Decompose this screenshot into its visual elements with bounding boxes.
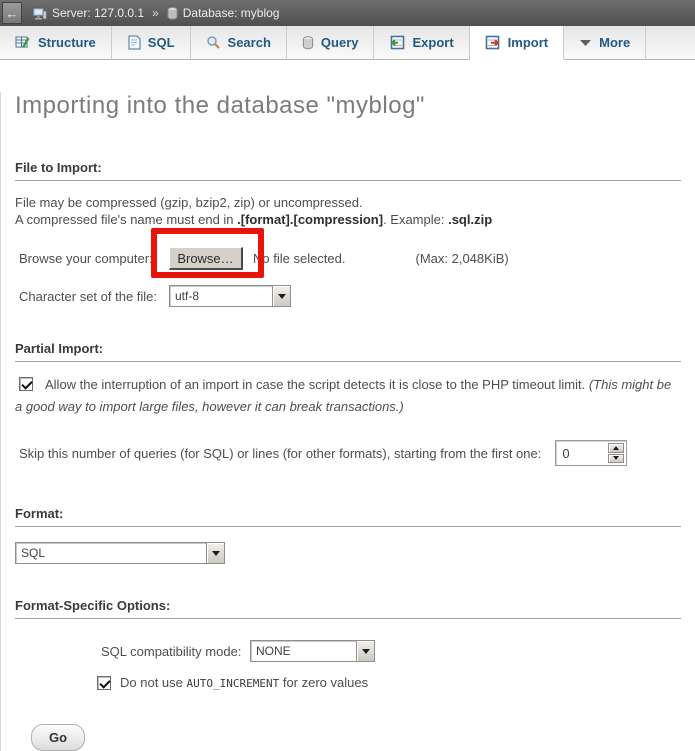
charset-selected-value: utf-8 [170, 286, 272, 306]
tab-import[interactable]: Import [470, 26, 564, 60]
section-heading-format-specific: Format-Specific Options: [15, 598, 681, 619]
tab-bar: Structure SQL Search Query Export Import [0, 26, 695, 60]
tab-sql[interactable]: SQL [112, 26, 191, 60]
breadcrumb-database[interactable]: Database: myblog [183, 6, 280, 20]
database-icon [167, 7, 178, 20]
page-title: Importing into the database "myblog" [15, 92, 681, 120]
spinner-buttons [606, 441, 626, 465]
tab-bar-filler [646, 26, 695, 60]
section-heading-file-to-import: File to Import: [15, 160, 681, 181]
tab-label: Import [508, 35, 548, 50]
allow-interruption-text: Allow the interruption of an import in c… [45, 377, 589, 392]
back-arrow-icon: ← [6, 7, 19, 20]
browse-label: Browse your computer: [19, 251, 169, 266]
sql-compat-select[interactable]: NONE [250, 640, 375, 662]
skip-queries-label: Skip this number of queries (for SQL) or… [19, 446, 541, 461]
sql-compat-label: SQL compatibility mode: [101, 644, 250, 659]
import-page: Importing into the database "myblog" Fil… [0, 92, 695, 751]
breadcrumb-bar: ← Server: 127.0.0.1 » Database: myblog [0, 0, 695, 26]
format-specific-block: SQL compatibility mode: NONE Do not use … [97, 640, 681, 690]
tab-label: More [599, 35, 630, 50]
zero-values-row: Do not use AUTO_INCREMENT for zero value… [97, 675, 681, 690]
tab-label: SQL [148, 35, 175, 50]
skip-queries-input[interactable]: 0 [555, 440, 627, 466]
compression-line1: File may be compressed (gzip, bzip2, zip… [15, 194, 681, 211]
browse-row: Browse your computer: Browse… No file se… [19, 247, 681, 270]
format-pattern: .[format].[compression] [237, 212, 383, 227]
dropdown-arrow-icon[interactable] [272, 286, 290, 306]
max-upload-size: (Max: 2,048KiB) [416, 251, 509, 266]
dropdown-arrow-icon[interactable] [206, 543, 224, 563]
tab-search[interactable]: Search [191, 26, 287, 60]
sql-compat-selected-value: NONE [251, 641, 356, 661]
breadcrumb-separator: » [152, 6, 159, 20]
browse-button[interactable]: Browse… [169, 247, 243, 270]
zero-values-text: Do not use AUTO_INCREMENT for zero value… [120, 675, 368, 690]
charset-select[interactable]: utf-8 [169, 285, 291, 307]
example-extension: .sql.zip [448, 212, 492, 227]
spinner-up-icon[interactable] [608, 443, 624, 453]
section-heading-format: Format: [15, 506, 681, 527]
query-icon [302, 36, 314, 50]
auto-increment-code: AUTO_INCREMENT [187, 677, 280, 690]
allow-interruption-checkbox[interactable] [19, 377, 33, 391]
format-select[interactable]: SQL [15, 542, 225, 564]
no-file-selected-text: No file selected. [253, 251, 346, 266]
format-row: SQL [15, 542, 681, 564]
tab-label: Export [412, 35, 453, 50]
tab-label: Structure [38, 35, 96, 50]
zero-values-checkbox[interactable] [97, 676, 111, 690]
compression-line2: A compressed file's name must end in .[f… [15, 211, 681, 228]
allow-interruption-row: Allow the interruption of an import in c… [15, 374, 681, 418]
dropdown-arrow-icon[interactable] [356, 641, 374, 661]
spinner-down-icon[interactable] [608, 454, 624, 464]
chevron-down-icon [579, 39, 592, 47]
tab-structure[interactable]: Structure [0, 26, 112, 60]
tab-label: Query [321, 35, 359, 50]
tab-more[interactable]: More [564, 26, 646, 60]
breadcrumb-server[interactable]: Server: 127.0.0.1 [52, 6, 144, 20]
skip-queries-value: 0 [556, 441, 606, 465]
section-heading-partial-import: Partial Import: [15, 341, 681, 362]
tab-label: Search [228, 35, 271, 50]
browse-button-wrap: Browse… [169, 247, 243, 270]
compression-note: File may be compressed (gzip, bzip2, zip… [15, 194, 681, 228]
breadcrumb: Server: 127.0.0.1 » Database: myblog [32, 6, 279, 20]
charset-row: Character set of the file: utf-8 [19, 285, 681, 307]
format-selected-value: SQL [16, 543, 206, 563]
import-icon [485, 35, 501, 50]
search-icon [206, 35, 221, 50]
tab-query[interactable]: Query [287, 26, 375, 60]
export-icon [389, 35, 405, 50]
structure-icon [15, 35, 31, 50]
server-icon [32, 7, 47, 20]
go-button[interactable]: Go [31, 724, 85, 751]
tab-export[interactable]: Export [374, 26, 469, 60]
skip-queries-row: Skip this number of queries (for SQL) or… [19, 440, 681, 466]
sql-compat-row: SQL compatibility mode: NONE [101, 640, 681, 662]
back-button[interactable]: ← [2, 2, 22, 24]
charset-label: Character set of the file: [19, 289, 169, 304]
sql-icon [127, 35, 141, 50]
